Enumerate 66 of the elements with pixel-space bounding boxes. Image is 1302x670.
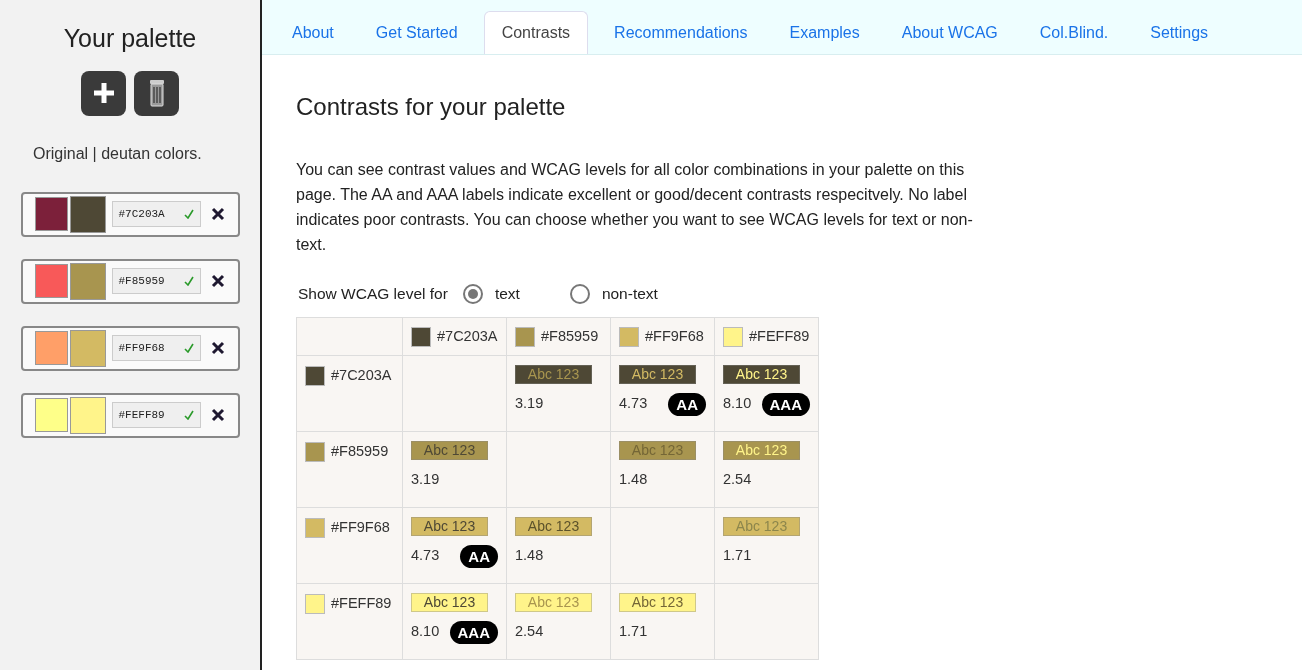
tab[interactable]: Examples: [773, 11, 876, 54]
remove-button[interactable]: [210, 408, 225, 422]
remove-button[interactable]: [210, 207, 225, 221]
contrast-ratio: 4.73: [411, 546, 440, 566]
radio-option[interactable]: text: [462, 282, 520, 306]
tab[interactable]: Recommendations: [598, 11, 764, 54]
contrast-sample: Abc 123: [515, 365, 592, 385]
page-heading: Contrasts for your palette: [296, 92, 567, 122]
remove-button[interactable]: [210, 341, 225, 355]
contrast-sample: Abc 123: [723, 441, 800, 461]
add-button[interactable]: [81, 70, 126, 116]
contrast-sample: Abc 123: [411, 441, 488, 461]
close-icon: [210, 207, 225, 221]
column-header: #FF9F68: [645, 326, 704, 346]
tab[interactable]: About: [276, 11, 350, 54]
tab[interactable]: About WCAG: [885, 11, 1014, 54]
column-header: #F85959: [541, 326, 599, 346]
wcag-badge: AA: [460, 544, 498, 568]
remove-button[interactable]: [210, 274, 225, 288]
row-header: #7C203A: [331, 366, 392, 386]
hex-input-field[interactable]: #FEFF89: [111, 402, 201, 428]
hex-input-field[interactable]: #FF9F68: [111, 335, 201, 361]
contrast-sample: Abc 123: [619, 365, 696, 385]
contrast-sample: Abc 123: [411, 593, 488, 613]
contrast-ratio: 1.71: [723, 546, 752, 566]
row-header: #F85959: [331, 442, 389, 462]
plus-icon: [91, 81, 116, 105]
contrast-ratio: 1.48: [619, 470, 648, 490]
hex-input-field[interactable]: #7C203A: [111, 201, 201, 227]
contrast-ratio: 8.10: [723, 394, 752, 414]
contrast-sample: Abc 123: [411, 517, 488, 537]
contrast-sample: Abc 123: [515, 593, 592, 613]
close-icon: [210, 341, 225, 355]
contrast-ratio: 8.10: [411, 622, 440, 642]
trash-icon: [148, 79, 165, 107]
close-icon: [210, 274, 225, 288]
column-header: #7C203A: [437, 326, 498, 346]
contrast-ratio: 1.71: [619, 622, 648, 642]
row-header: #FF9F68: [331, 518, 390, 538]
contrast-ratio: 2.54: [515, 622, 544, 642]
wcag-badge: AAA: [761, 392, 810, 416]
tab[interactable]: Col.Blind.: [1023, 11, 1125, 54]
contrast-sample: Abc 123: [515, 517, 592, 537]
contrast-sample: Abc 123: [619, 593, 696, 613]
hex-input-field[interactable]: #F85959: [111, 268, 201, 294]
row-header: #FEFF89: [331, 594, 392, 614]
delete-button[interactable]: [134, 70, 179, 116]
close-icon: [210, 408, 225, 422]
wcag-badge: AA: [668, 392, 706, 416]
tab[interactable]: Get Started: [359, 11, 474, 54]
contrast-ratio: 2.54: [723, 470, 752, 490]
radio-option[interactable]: non-text: [569, 282, 658, 306]
contrast-ratio: 3.19: [515, 394, 544, 414]
description-text: You can see contrast values and WCAG levels for all color combinations in your palette on this page. The AA and AAA labels indicate excellent or good/decent contrasts respecitvely. No label indicates poor contrasts. You can choose whether you want to see WCAG levels for text or non-text.: [296, 160, 974, 255]
palette-caption: Original | deutan colors.: [33, 143, 202, 164]
wcag-badge: AAA: [449, 620, 498, 644]
sidebar-title: Your palette: [63, 23, 197, 54]
contrast-sample: Abc 123: [723, 365, 800, 385]
contrast-ratio: 1.48: [515, 546, 544, 566]
tab[interactable]: Settings: [1134, 11, 1225, 54]
column-header: #FEFF89: [749, 326, 810, 346]
contrast-ratio: 4.73: [619, 394, 648, 414]
toggle-label: Show WCAG level for: [298, 284, 448, 304]
contrast-sample: Abc 123: [723, 517, 800, 537]
contrast-ratio: 3.19: [411, 470, 440, 490]
tab[interactable]: Contrasts: [483, 11, 589, 54]
